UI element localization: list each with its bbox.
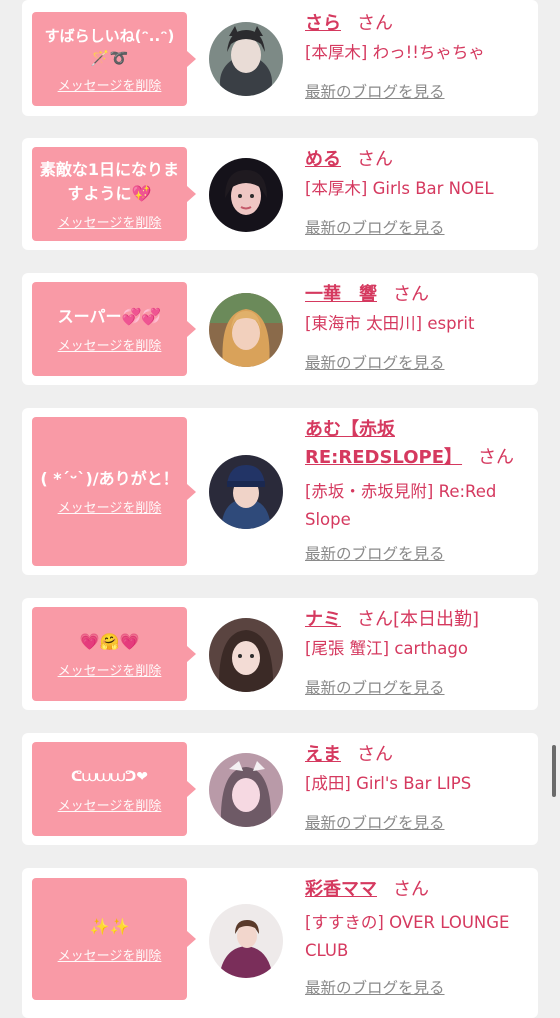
message-bubble: ( *ˊᵕˋ)/ありがと！ メッセージを削除: [32, 417, 196, 566]
honorific: さん: [357, 149, 393, 170]
avatar-photo-icon: [209, 753, 283, 827]
message-text: 素敵な1日になりますように💖: [39, 159, 180, 203]
shop-label: [成田] Girl's Bar LIPS: [305, 774, 472, 793]
user-name-link[interactable]: あむ【赤坂RE:REDSLOPE】: [305, 419, 462, 468]
entry-info: あむ【赤坂RE:REDSLOPE】 さん [赤坂・赤坂見附] Re:Red Slo…: [305, 416, 530, 534]
honorific: さん: [357, 744, 393, 765]
message-bubble: 💗🤗💗 メッセージを削除: [32, 607, 196, 701]
list-item: ᕦ⩊⩊⩊ᕤ❤ メッセージを削除 えま さん [成田] Girl's Bar LIP…: [22, 733, 538, 845]
entry-info: えま さん [成田] Girl's Bar LIPS: [305, 741, 530, 798]
honorific: さん: [393, 879, 429, 900]
delete-message-link[interactable]: メッセージを削除: [58, 75, 162, 94]
list-item: ✨✨ メッセージを削除 彩香ママ さん [すすきの] OVER LOUNGE CL…: [22, 868, 538, 1018]
latest-blog-link[interactable]: 最新のブログを見る: [305, 542, 445, 564]
avatar-photo-icon: [209, 22, 283, 96]
avatar-photo-icon: [209, 158, 283, 232]
list-item: すばらしいね(ᵔ..ᵔ) 🪄➰ メッセージを削除 さら さん [本厚木] わっ!!…: [22, 0, 538, 116]
message-bubble: スーパー💞💞 メッセージを削除: [32, 282, 196, 376]
avatar-photo-icon: [209, 904, 283, 978]
shop-label: [東海市 太田川] esprit: [305, 314, 475, 333]
honorific: さん: [478, 447, 515, 468]
delete-message-link[interactable]: メッセージを削除: [58, 945, 162, 964]
delete-message-link[interactable]: メッセージを削除: [58, 212, 162, 231]
entry-info: さら さん [本厚木] わっ!!ちゃちゃ: [305, 10, 530, 67]
entry-info: 一華 響さん [東海市 太田川] esprit: [305, 281, 530, 338]
latest-blog-link[interactable]: 最新のブログを見る: [305, 811, 445, 833]
avatar[interactable]: [209, 753, 283, 827]
avatar[interactable]: [209, 293, 283, 367]
latest-blog-link[interactable]: 最新のブログを見る: [305, 351, 445, 373]
delete-message-link[interactable]: メッセージを削除: [58, 335, 162, 354]
message-text: スーパー💞💞: [57, 306, 162, 326]
entry-info: める さん [本厚木] Girls Bar NOEL: [305, 146, 530, 203]
message-text: すばらしいね(ᵔ..ᵔ) 🪄➰: [44, 26, 175, 67]
shop-label: [赤坂・赤坂見附] Re:Red Slope: [305, 482, 497, 529]
avatar[interactable]: [209, 904, 283, 978]
avatar[interactable]: [209, 618, 283, 692]
latest-blog-link[interactable]: 最新のブログを見る: [305, 976, 445, 998]
avatar-photo-icon: [209, 618, 283, 692]
shop-label: [本厚木] わっ!!ちゃちゃ: [305, 43, 485, 62]
message-text: ᕦ⩊⩊⩊ᕤ❤: [70, 768, 149, 785]
avatar-photo-icon: [209, 293, 283, 367]
message-text: 💗🤗💗: [79, 631, 140, 651]
avatar[interactable]: [209, 22, 283, 96]
shop-label: [すすきの] OVER LOUNGE CLUB: [305, 913, 510, 960]
avatar[interactable]: [209, 158, 283, 232]
user-name-link[interactable]: 一華 響: [305, 284, 377, 305]
list-item: ( *ˊᵕˋ)/ありがと！ メッセージを削除 あむ【赤坂RE:REDSLOPE】…: [22, 408, 538, 575]
list-item: 素敵な1日になりますように💖 メッセージを削除 める さん [本厚木] Girls…: [22, 138, 538, 250]
message-bubble: ᕦ⩊⩊⩊ᕤ❤ メッセージを削除: [32, 742, 196, 836]
user-name-link[interactable]: める: [305, 149, 341, 170]
avatar-photo-icon: [209, 455, 283, 529]
entry-info: 彩香ママ さん [すすきの] OVER LOUNGE CLUB: [305, 876, 530, 965]
scrollbar[interactable]: [552, 745, 556, 797]
delete-message-link[interactable]: メッセージを削除: [58, 497, 162, 516]
latest-blog-link[interactable]: 最新のブログを見る: [305, 216, 445, 238]
avatar[interactable]: [209, 455, 283, 529]
honorific: さん: [357, 13, 393, 34]
shop-label: [本厚木] Girls Bar NOEL: [305, 179, 494, 198]
message-bubble: ✨✨ メッセージを削除: [32, 878, 196, 1000]
list-item: スーパー💞💞 メッセージを削除 一華 響さん [東海市 太田川] esprit …: [22, 273, 538, 385]
user-name-link[interactable]: さら: [305, 13, 341, 34]
latest-blog-link[interactable]: 最新のブログを見る: [305, 676, 445, 698]
entry-info: ナミ さん[本日出勤] [尾張 蟹江] carthago: [305, 606, 530, 663]
honorific: さん: [393, 284, 429, 305]
message-bubble: 素敵な1日になりますように💖 メッセージを削除: [32, 147, 196, 241]
user-name-link[interactable]: 彩香ママ: [305, 879, 377, 900]
message-text: ( *ˊᵕˋ)/ありがと！: [40, 469, 179, 488]
user-name-link[interactable]: ナミ: [305, 609, 341, 630]
user-name-link[interactable]: えま: [305, 744, 341, 765]
list-item: 💗🤗💗 メッセージを削除 ナミ さん[本日出勤] [尾張 蟹江] carthago…: [22, 598, 538, 710]
delete-message-link[interactable]: メッセージを削除: [58, 795, 162, 814]
honorific: さん[本日出勤]: [357, 609, 480, 630]
message-text: ✨✨: [89, 916, 130, 936]
delete-message-link[interactable]: メッセージを削除: [58, 660, 162, 679]
latest-blog-link[interactable]: 最新のブログを見る: [305, 80, 445, 102]
message-bubble: すばらしいね(ᵔ..ᵔ) 🪄➰ メッセージを削除: [32, 12, 196, 106]
shop-label: [尾張 蟹江] carthago: [305, 639, 468, 658]
